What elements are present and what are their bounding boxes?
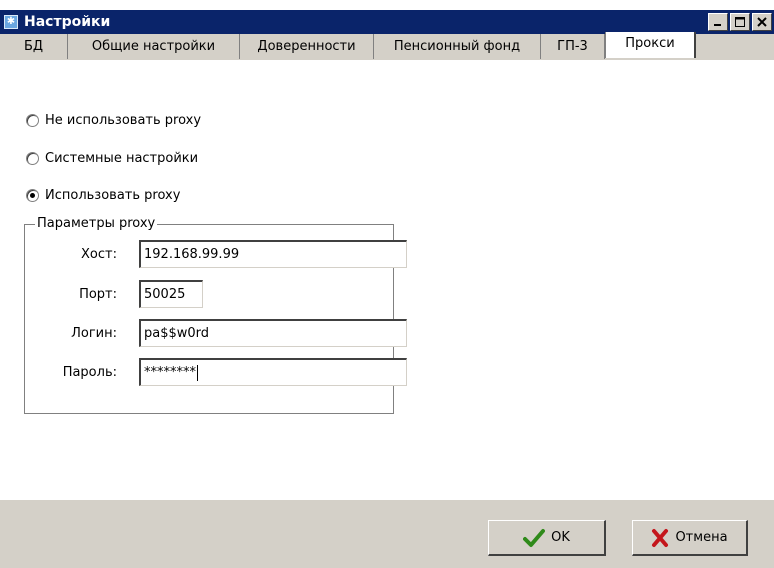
tab-pension-fund[interactable]: Пенсионный фонд bbox=[374, 34, 541, 59]
proxy-params-group: Параметры proxy Хост: 192.168.99.99 Порт… bbox=[24, 216, 407, 414]
radio-label: Системные настройки bbox=[45, 150, 199, 166]
checkmark-icon bbox=[523, 528, 546, 547]
radio-no-proxy[interactable]: Не использовать proxy bbox=[26, 111, 201, 129]
radio-button[interactable] bbox=[26, 151, 39, 165]
title-buttons bbox=[706, 13, 772, 31]
host-label: Хост: bbox=[81, 247, 117, 262]
password-value: ******** bbox=[144, 365, 196, 380]
tab-strip: БД Общие настройки Доверенности Пенсионн… bbox=[0, 32, 774, 61]
password-field[interactable]: ******** bbox=[139, 358, 407, 386]
ok-button[interactable]: OK bbox=[488, 520, 606, 556]
port-field[interactable]: 50025 bbox=[139, 280, 203, 308]
cross-icon bbox=[652, 528, 669, 547]
close-button[interactable] bbox=[752, 13, 772, 31]
tab-label: БД bbox=[23, 39, 44, 54]
tab-db[interactable]: БД bbox=[0, 34, 68, 59]
proxy-tab-page: Не использовать proxy Системные настройк… bbox=[0, 60, 774, 500]
radio-label: Использовать proxy bbox=[45, 187, 181, 203]
host-field[interactable]: 192.168.99.99 bbox=[139, 240, 407, 268]
text-caret bbox=[197, 364, 198, 381]
radio-use-proxy[interactable]: Использовать proxy bbox=[26, 186, 180, 204]
radio-label: Не использовать proxy bbox=[45, 112, 202, 128]
password-label: Пароль: bbox=[62, 365, 117, 380]
tab-general-settings[interactable]: Общие настройки bbox=[68, 34, 240, 59]
close-icon bbox=[757, 17, 767, 27]
minimize-button[interactable] bbox=[708, 13, 728, 31]
tab-label: Доверенности bbox=[257, 39, 356, 54]
login-field[interactable]: pa$$w0rd bbox=[139, 319, 407, 347]
port-label: Порт: bbox=[79, 287, 117, 302]
cancel-button[interactable]: Отмена bbox=[632, 520, 748, 556]
tab-label: Прокси bbox=[625, 36, 675, 51]
title-bar[interactable]: ✱ Настройки bbox=[0, 10, 774, 34]
cancel-label: Отмена bbox=[675, 530, 728, 545]
login-label: Логин: bbox=[71, 326, 117, 341]
tab-powers-of-attorney[interactable]: Доверенности bbox=[240, 34, 374, 59]
group-title: Параметры proxy bbox=[35, 216, 158, 232]
tab-label: ГП-3 bbox=[557, 39, 588, 54]
tab-proxy[interactable]: Прокси bbox=[605, 32, 696, 58]
settings-window: ✱ Настройки БД Общие настройки Доверенно… bbox=[0, 10, 774, 568]
host-value: 192.168.99.99 bbox=[144, 247, 240, 262]
radio-button[interactable] bbox=[26, 113, 39, 127]
tab-label: Общие настройки bbox=[91, 39, 216, 54]
tab-gp3[interactable]: ГП-3 bbox=[541, 34, 605, 59]
maximize-icon bbox=[735, 17, 745, 27]
port-value: 50025 bbox=[144, 287, 186, 302]
radio-system-settings[interactable]: Системные настройки bbox=[26, 149, 198, 167]
tab-label: Пенсионный фонд bbox=[393, 39, 521, 54]
dialog-button-bar: OK Отмена bbox=[0, 500, 774, 568]
radio-button[interactable] bbox=[26, 188, 39, 202]
minimize-icon bbox=[714, 24, 721, 26]
ok-label: OK bbox=[551, 530, 570, 545]
settings-app-icon: ✱ bbox=[4, 15, 18, 29]
maximize-button[interactable] bbox=[730, 13, 750, 31]
login-value: pa$$w0rd bbox=[144, 326, 210, 341]
window-title: Настройки bbox=[24, 14, 111, 30]
